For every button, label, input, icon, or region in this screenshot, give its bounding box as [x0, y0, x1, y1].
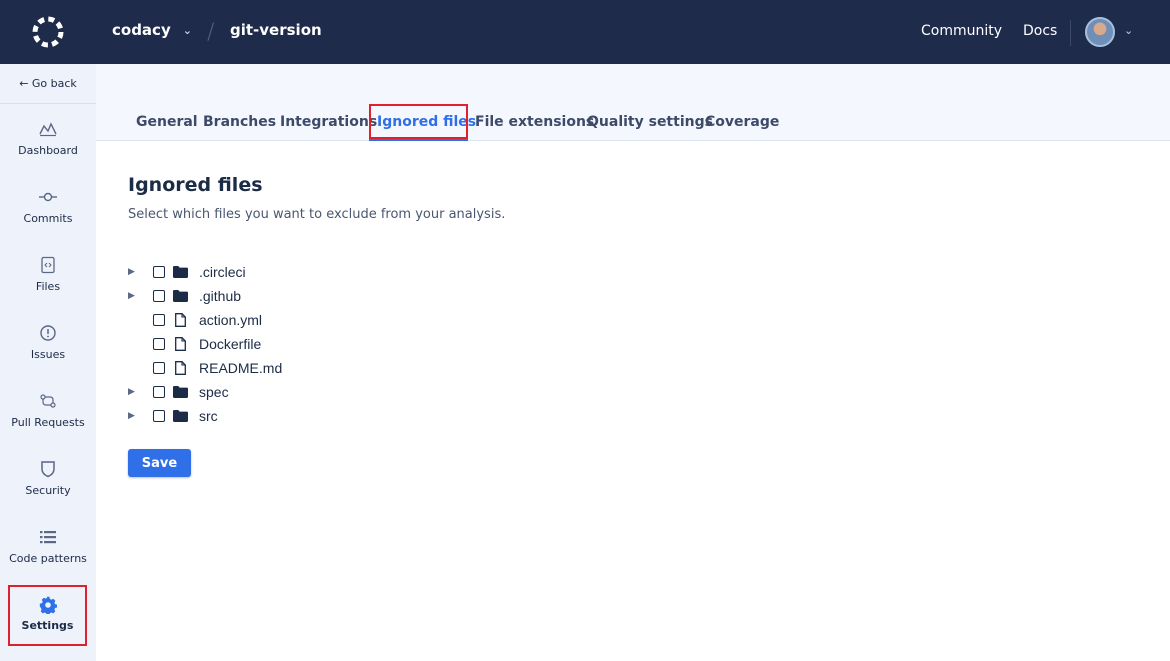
expand-caret-icon[interactable]: ▶: [128, 291, 140, 301]
sidebar-item-label: Settings: [21, 619, 74, 632]
gear-icon: [39, 596, 57, 614]
repository-name[interactable]: git-version: [230, 21, 322, 39]
list-icon: [40, 531, 56, 544]
file-icon: [173, 361, 188, 375]
tree-item-name: .circleci: [199, 264, 246, 280]
sidebar-item-settings[interactable]: Settings: [8, 585, 87, 646]
shield-icon: [41, 461, 55, 478]
file-checkbox[interactable]: [153, 266, 165, 278]
tab-file-extensions[interactable]: File extensions: [475, 114, 594, 130]
dashboard-icon: [39, 122, 57, 137]
commit-icon: [39, 192, 57, 202]
expand-caret-icon[interactable]: ▶: [128, 387, 140, 397]
page-subtitle: Select which files you want to exclude f…: [128, 207, 506, 222]
chevron-down-icon: ⌄: [182, 23, 192, 37]
issue-icon: [40, 325, 56, 341]
sidebar-item-label: Code patterns: [9, 552, 87, 565]
go-back-link[interactable]: ← Go back: [0, 64, 96, 104]
page-title: Ignored files: [128, 174, 263, 196]
tree-row: ▶ .circleci: [128, 262, 246, 282]
tree-item-name: .github: [199, 288, 242, 304]
tree-row: ▶ .github: [128, 286, 241, 306]
folder-icon: [173, 266, 188, 279]
top-navigation-bar: codacy ⌄ / git-version Community Docs ⌄: [0, 0, 1170, 64]
sidebar-item-label: Dashboard: [18, 144, 78, 157]
sidebar-item-security[interactable]: Security: [0, 460, 96, 520]
sidebar-item-label: Security: [25, 484, 71, 497]
tree-item-name: action.yml: [199, 312, 263, 328]
sidebar-item-pull-requests[interactable]: Pull Requests: [0, 392, 96, 452]
file-icon: [173, 337, 188, 351]
file-icon: [173, 313, 188, 327]
tab-branches[interactable]: Branches: [203, 114, 276, 130]
sidebar-item-label: Issues: [30, 348, 66, 361]
folder-icon: [173, 290, 188, 303]
tab-quality-settings[interactable]: Quality settings: [587, 114, 713, 130]
tree-item-name: README.md: [199, 360, 283, 376]
user-avatar[interactable]: [1085, 17, 1115, 47]
highlight-box: [369, 104, 468, 139]
sidebar-item-label: Files: [35, 280, 61, 293]
tree-row: ▶ action.yml: [128, 310, 262, 330]
tree-row: ▶ spec: [128, 382, 229, 402]
sidebar-item-commits[interactable]: Commits: [0, 188, 96, 248]
sidebar-item-code-patterns[interactable]: Code patterns: [0, 528, 96, 588]
file-checkbox[interactable]: [153, 314, 165, 326]
save-button[interactable]: Save: [128, 449, 191, 477]
organization-selector[interactable]: codacy ⌄: [112, 21, 192, 39]
breadcrumb-separator: /: [207, 20, 215, 45]
folder-icon: [173, 386, 188, 399]
community-link[interactable]: Community: [921, 23, 1002, 39]
tree-item-name: src: [199, 408, 218, 424]
sidebar-item-label: Pull Requests: [11, 416, 85, 429]
tab-integrations[interactable]: Integrations: [280, 114, 377, 130]
sidebar-item-files[interactable]: Files: [0, 256, 96, 316]
folder-icon: [173, 410, 188, 423]
sidebar-item-issues[interactable]: Issues: [0, 324, 96, 384]
file-checkbox[interactable]: [153, 362, 165, 374]
tree-row: ▶ README.md: [128, 358, 282, 378]
tree-row: ▶ Dockerfile: [128, 334, 261, 354]
docs-link[interactable]: Docs: [1023, 23, 1057, 39]
file-checkbox[interactable]: [153, 386, 165, 398]
file-checkbox[interactable]: [153, 410, 165, 422]
tree-row: ▶ src: [128, 406, 218, 426]
sidebar-item-dashboard[interactable]: Dashboard: [0, 120, 96, 180]
organization-name: codacy: [112, 21, 171, 39]
codacy-logo-icon[interactable]: [30, 14, 66, 50]
file-code-icon: [41, 256, 55, 274]
pull-request-icon: [40, 394, 56, 408]
header-divider: [1070, 20, 1071, 46]
chevron-down-icon[interactable]: ⌄: [1124, 24, 1133, 37]
tab-coverage[interactable]: Coverage: [705, 114, 779, 130]
active-tab-indicator: [369, 139, 468, 141]
file-checkbox[interactable]: [153, 338, 165, 350]
tree-item-name: Dockerfile: [199, 336, 262, 352]
tree-item-name: spec: [199, 384, 229, 400]
tab-general[interactable]: General: [136, 114, 198, 130]
file-checkbox[interactable]: [153, 290, 165, 302]
expand-caret-icon[interactable]: ▶: [128, 411, 140, 421]
sidebar-item-label: Commits: [23, 212, 73, 225]
expand-caret-icon[interactable]: ▶: [128, 267, 140, 277]
sidebar: ← Go back Dashboard Commits Files Issues…: [0, 64, 96, 661]
